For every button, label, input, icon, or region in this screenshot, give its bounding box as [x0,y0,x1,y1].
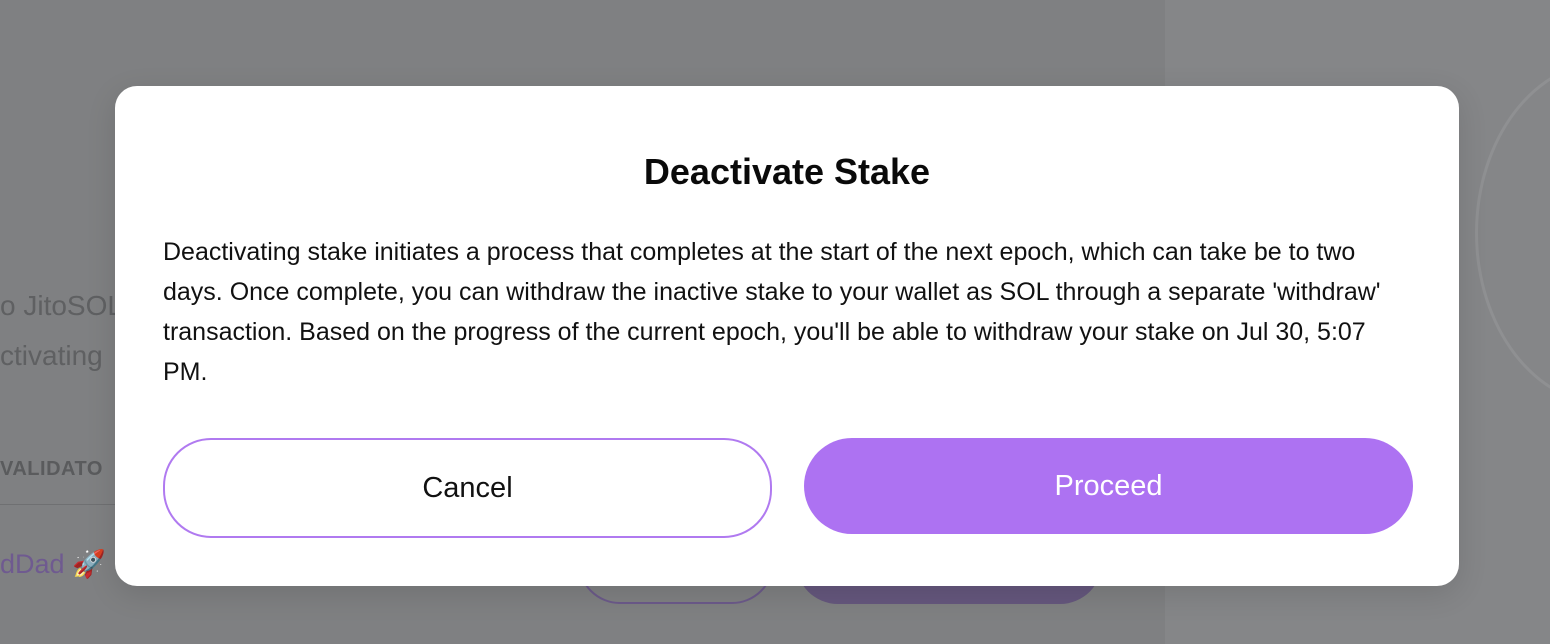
deactivate-stake-dialog: Deactivate Stake Deactivating stake init… [115,86,1459,586]
proceed-button[interactable]: Proceed [804,438,1413,534]
background-validator-name: dDad 🚀 [0,549,106,579]
dialog-title: Deactivate Stake [643,151,931,192]
cancel-button[interactable]: Cancel [163,438,772,538]
background-divider [0,504,120,505]
background-text: ctivating [0,340,103,371]
dialog-description: Deactivating stake initiates a process t… [163,238,1381,386]
background-column-header: VALIDATO [0,458,103,480]
background-text: o JitoSOL [0,290,123,321]
